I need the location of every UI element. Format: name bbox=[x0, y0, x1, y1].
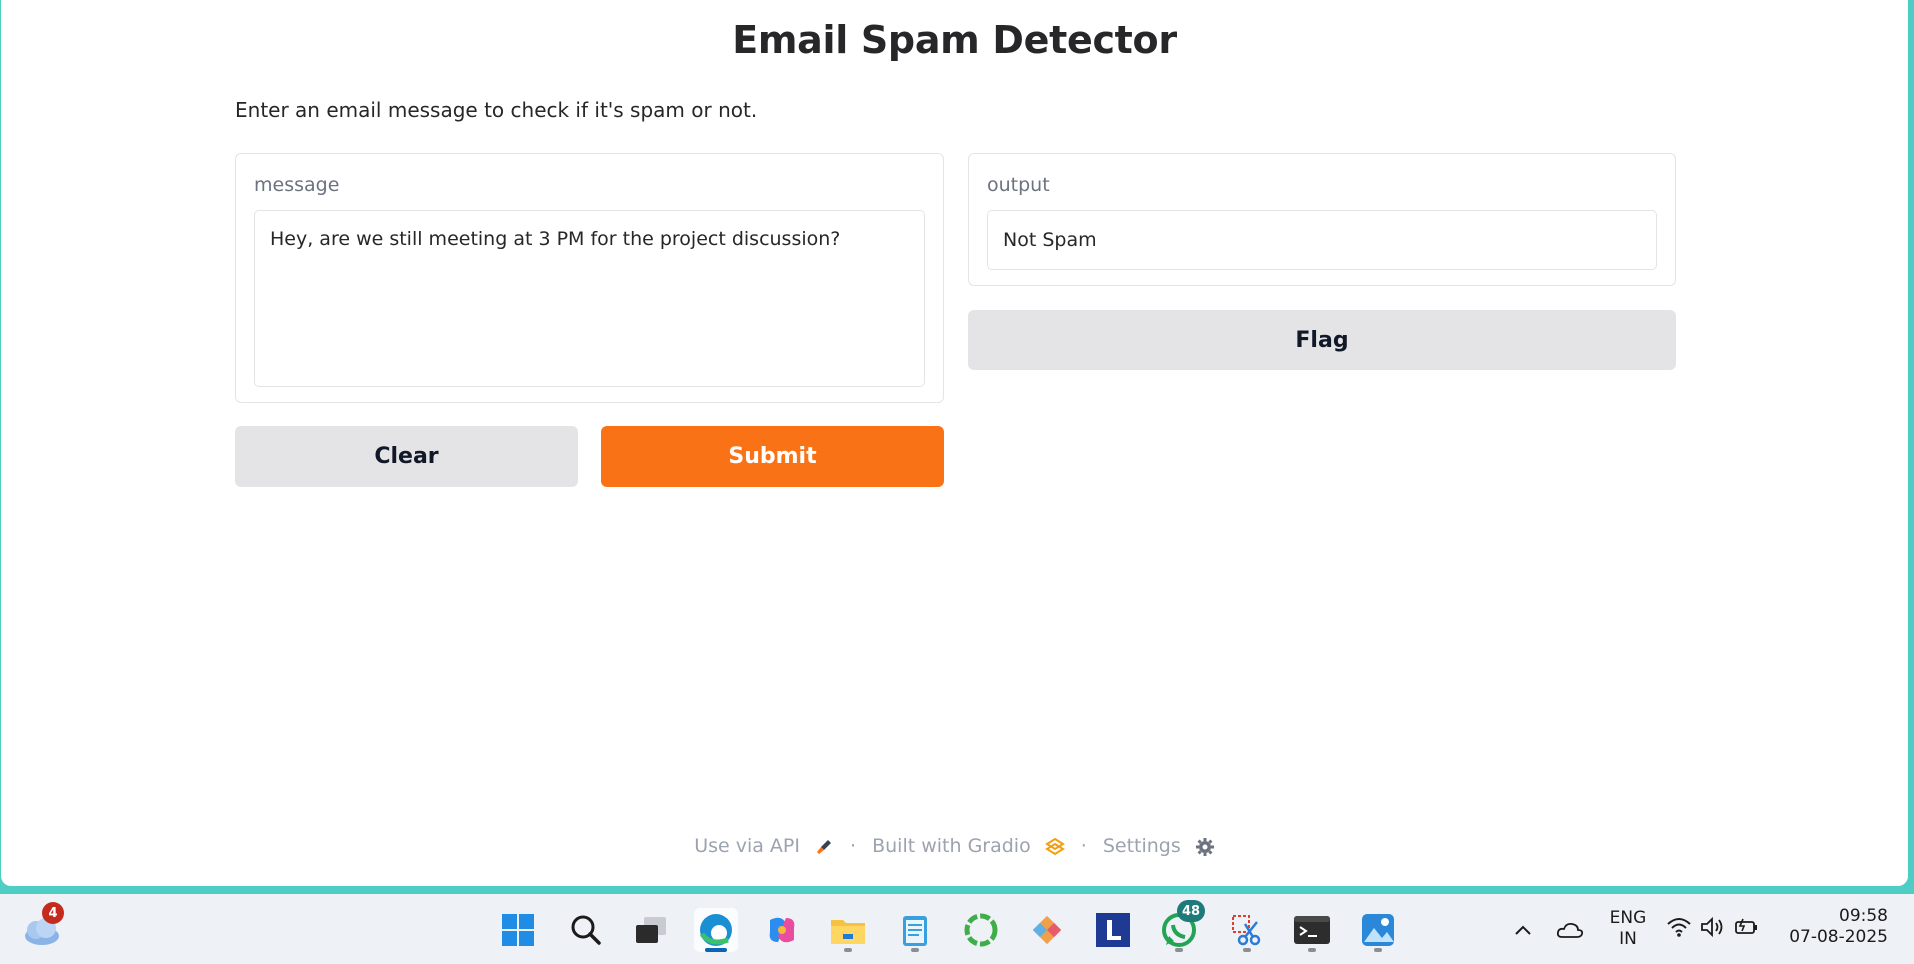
clear-button[interactable]: Clear bbox=[235, 426, 578, 487]
active-indicator bbox=[705, 948, 727, 952]
page-title: Email Spam Detector bbox=[732, 18, 1177, 62]
footer-separator: · bbox=[850, 835, 857, 857]
running-indicator bbox=[1175, 948, 1183, 952]
start-icon bbox=[502, 914, 534, 946]
running-indicator bbox=[1308, 948, 1316, 952]
copilot-icon bbox=[769, 917, 795, 943]
cloud-icon bbox=[1556, 922, 1584, 938]
clock[interactable]: 09:58 07-08-2025 bbox=[1788, 906, 1888, 949]
footer-separator: · bbox=[1080, 835, 1087, 857]
submit-button[interactable]: Submit bbox=[601, 426, 944, 487]
task-view-button[interactable] bbox=[629, 908, 673, 952]
git-app-button[interactable] bbox=[1025, 908, 1069, 952]
circle-app-icon bbox=[964, 913, 998, 947]
running-indicator bbox=[1243, 948, 1251, 952]
gear-icon bbox=[1195, 837, 1214, 856]
file-explorer-icon bbox=[831, 920, 865, 944]
circle-app-button[interactable] bbox=[959, 908, 1003, 952]
weather-badge: 4 bbox=[42, 902, 64, 924]
clock-date: 07-08-2025 bbox=[1789, 927, 1888, 948]
message-textarea[interactable]: Hey, are we still meeting at 3 PM for th… bbox=[254, 210, 925, 387]
running-indicator bbox=[844, 948, 852, 952]
use-via-api-label: Use via API bbox=[694, 835, 800, 857]
edge-icon bbox=[699, 914, 732, 946]
built-with-gradio-label: Built with Gradio bbox=[872, 835, 1031, 857]
terminal-button[interactable] bbox=[1290, 908, 1334, 952]
input-language-indicator[interactable]: ENG IN bbox=[1604, 908, 1652, 951]
show-hidden-icons-button[interactable] bbox=[1501, 908, 1545, 952]
search-icon bbox=[571, 915, 601, 945]
onedrive-button[interactable] bbox=[1548, 908, 1592, 952]
wifi-icon bbox=[1667, 918, 1691, 937]
start-button[interactable] bbox=[496, 908, 540, 952]
snipping-tool-button[interactable] bbox=[1225, 908, 1269, 952]
running-indicator bbox=[911, 948, 919, 952]
language-label: ENG bbox=[1609, 908, 1647, 928]
gradio-logo-icon bbox=[1044, 837, 1065, 855]
clock-time: 09:58 bbox=[1839, 906, 1888, 926]
region-label: IN bbox=[1619, 929, 1637, 950]
photos-button[interactable] bbox=[1356, 908, 1400, 952]
l-app-button[interactable] bbox=[1091, 908, 1135, 952]
volume-icon bbox=[1701, 916, 1723, 938]
whatsapp-button[interactable]: 48 bbox=[1157, 900, 1206, 952]
chevron-up-icon bbox=[1515, 925, 1531, 935]
message-panel: message Hey, are we still meeting at 3 P… bbox=[235, 153, 944, 403]
edge-taskbar-button[interactable] bbox=[694, 908, 738, 952]
running-indicator bbox=[1374, 948, 1382, 952]
file-explorer-button[interactable] bbox=[826, 908, 870, 952]
copilot-button[interactable] bbox=[760, 908, 804, 952]
built-with-gradio-link[interactable]: Built with Gradio bbox=[872, 835, 1065, 857]
message-label: message bbox=[254, 174, 340, 196]
notepad-button[interactable] bbox=[893, 908, 937, 952]
task-view-icon bbox=[636, 917, 666, 943]
use-via-api-link[interactable]: Use via API bbox=[694, 835, 834, 857]
rocket-icon bbox=[817, 839, 832, 854]
taskbar: 4 48 ENG IN 09:58 07-08-2025 bbox=[0, 894, 1914, 964]
flag-button[interactable]: Flag bbox=[968, 310, 1676, 370]
battery-charging-icon bbox=[1735, 918, 1757, 934]
footer: Use via API · Built with Gradio · Settin… bbox=[1, 835, 1908, 857]
l-app-icon bbox=[1096, 913, 1130, 947]
snipping-tool-icon bbox=[1232, 915, 1261, 946]
notepad-icon bbox=[903, 916, 927, 946]
photos-icon bbox=[1362, 914, 1394, 946]
terminal-icon bbox=[1294, 916, 1330, 944]
settings-label: Settings bbox=[1102, 835, 1181, 857]
search-button[interactable] bbox=[564, 908, 608, 952]
network-volume-battery-group[interactable] bbox=[1666, 916, 1760, 938]
browser-content: Email Spam Detector Enter an email messa… bbox=[1, 0, 1908, 886]
output-panel: output Not Spam bbox=[968, 153, 1676, 286]
output-textbox[interactable]: Not Spam bbox=[987, 210, 1657, 270]
page-description: Enter an email message to check if it's … bbox=[235, 98, 758, 122]
output-label: output bbox=[987, 174, 1050, 196]
git-icon bbox=[1032, 915, 1062, 945]
weather-widget[interactable]: 4 bbox=[20, 902, 64, 952]
whatsapp-badge: 48 bbox=[1177, 900, 1206, 922]
settings-link[interactable]: Settings bbox=[1103, 835, 1215, 857]
